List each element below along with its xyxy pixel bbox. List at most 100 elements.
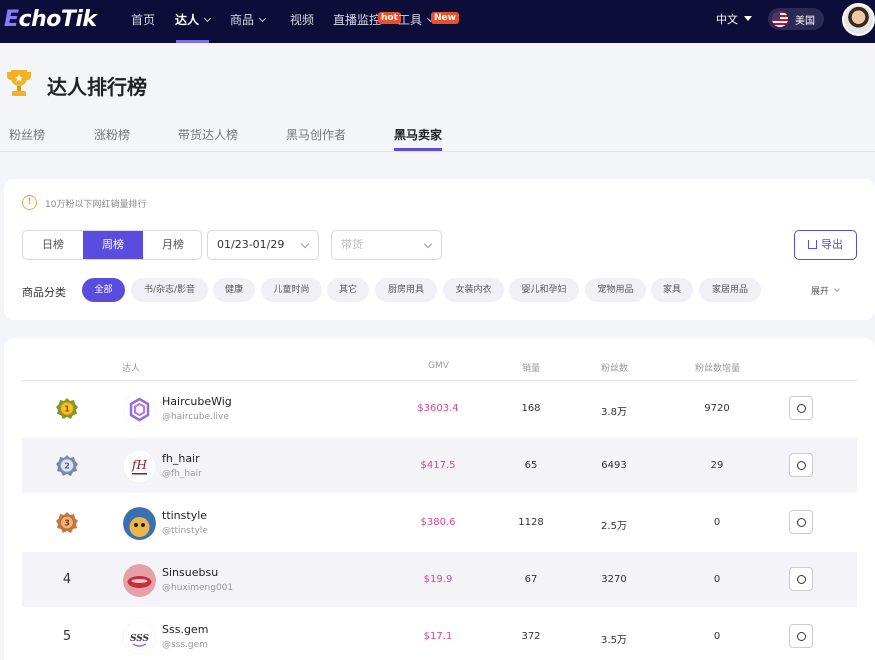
creator-name[interactable]: HaircubeWig [162, 395, 232, 408]
search-icon[interactable] [789, 510, 813, 534]
chevron-down-icon [423, 239, 433, 249]
fans-growth-value: 9720 [704, 403, 730, 414]
table-row[interactable]: 1 HaircubeWig @haircube.live $3603.4 168… [22, 381, 857, 436]
sales-type-select[interactable]: 带货 [331, 230, 442, 260]
period-month-button[interactable]: 月榜 [143, 231, 201, 259]
svg-text:fH: fH [131, 458, 147, 472]
caret-down-icon [744, 16, 752, 21]
table-row[interactable]: 2 fH fh_hair @fh_hair $417.5 65 6493 29 [22, 438, 857, 493]
nav-videos[interactable]: 视频 [290, 11, 314, 28]
tab-fans-growth[interactable]: 涨粉榜 [94, 126, 130, 143]
creator-handle: @fh_hair [162, 469, 202, 479]
fans-growth-value: 0 [713, 517, 721, 528]
category-chip[interactable]: 家居用品 [699, 278, 761, 302]
svg-text:3: 3 [64, 519, 70, 528]
rank-number: 5 [62, 629, 72, 644]
fans-value: 2.5万 [601, 521, 627, 532]
period-day-button[interactable]: 日榜 [23, 231, 83, 259]
sales-value: 372 [521, 631, 541, 642]
table-row[interactable]: 5 SSS Sss.gem @sss.gem $17.1 372 3.5万 0 [22, 609, 857, 660]
search-icon[interactable] [789, 453, 813, 477]
tab-darkhorse-sellers[interactable]: 黑马卖家 [394, 126, 442, 143]
svg-text:1: 1 [64, 405, 70, 414]
region-selector[interactable]: 美国 [768, 8, 824, 30]
search-icon[interactable] [789, 396, 813, 420]
expand-categories-button[interactable]: 展开 [811, 284, 840, 297]
category-chip[interactable]: 婴儿和孕妇 [509, 278, 579, 302]
tab-fans[interactable]: 粉丝榜 [9, 126, 45, 143]
creator-name[interactable]: fh_hair [162, 452, 200, 465]
sales-value: 65 [524, 460, 538, 471]
category-chip[interactable]: 厨房用具 [375, 278, 437, 302]
category-chip[interactable]: 全部 [82, 278, 125, 302]
period-week-button[interactable]: 周榜 [83, 231, 143, 259]
region-label: 美国 [795, 16, 815, 27]
header-fans-growth: 粉丝数增量 [695, 364, 741, 374]
creator-avatar [123, 393, 156, 426]
nav-live-monitor[interactable]: 直播监控 [333, 11, 381, 28]
gmv-value: $380.6 [420, 517, 456, 528]
fans-growth-value: 29 [710, 460, 724, 471]
tab-darkhorse-creators[interactable]: 黑马创作者 [286, 126, 346, 143]
search-icon[interactable] [789, 624, 813, 648]
tab-sales-creators[interactable]: 带货达人榜 [178, 126, 238, 143]
info-icon: ! [22, 195, 37, 210]
creator-name[interactable]: ttinstyle [162, 509, 207, 522]
sales-value: 1128 [518, 517, 544, 528]
ranking-description: 10万粉以下网红销量排行 [45, 200, 147, 210]
category-chip[interactable]: 健康 [213, 278, 255, 302]
fans-value: 6493 [601, 460, 627, 471]
sales-value: 168 [521, 403, 541, 414]
fans-value: 3.5万 [601, 635, 627, 646]
fans-growth-value: 0 [713, 631, 721, 642]
export-button[interactable]: 导出 [794, 230, 857, 260]
gmv-value: $17.1 [423, 631, 453, 642]
category-label: 商品分类 [22, 286, 66, 299]
fans-growth-value: 0 [713, 574, 721, 585]
creator-avatar: SSS [123, 621, 156, 654]
creator-handle: @haircube.live [162, 412, 229, 422]
nav-home[interactable]: 首页 [131, 11, 155, 28]
table-row[interactable]: 3 ttinstyle @ttinstyle $380.6 1128 2.5万 … [22, 495, 857, 550]
tab-active-indicator [394, 148, 442, 151]
us-flag-icon [772, 11, 788, 27]
fans-value: 3.8万 [601, 407, 627, 418]
gmv-value: $19.9 [423, 574, 453, 585]
search-icon[interactable] [789, 567, 813, 591]
ranking-tabs: 粉丝榜 涨粉榜 带货达人榜 黑马创作者 黑马卖家 [0, 118, 875, 152]
table-row[interactable]: 4 Sinsuebsu @huximeng001 $19.9 67 3270 0 [22, 552, 857, 607]
category-chip[interactable]: 儿童时尚 [261, 278, 322, 302]
user-avatar[interactable] [842, 3, 875, 36]
nav-active-indicator [176, 40, 209, 43]
svg-text:SSS: SSS [130, 634, 150, 644]
creator-handle: @ttinstyle [162, 526, 208, 536]
language-selector[interactable]: 中文 [716, 11, 752, 27]
svg-text:2: 2 [64, 462, 70, 471]
creator-avatar [123, 507, 156, 540]
category-chip[interactable]: 其它 [327, 278, 369, 302]
creator-handle: @huximeng001 [162, 583, 234, 593]
chevron-down-icon [203, 14, 212, 23]
gmv-value: $3603.4 [417, 403, 459, 414]
creator-handle: @sss.gem [162, 640, 208, 650]
category-chip[interactable]: 家具 [651, 278, 693, 302]
creator-name[interactable]: Sss.gem [162, 623, 208, 636]
nav-tools[interactable]: 工具 [398, 11, 435, 28]
export-icon [808, 240, 817, 249]
header-fans: 粉丝数 [601, 364, 629, 374]
echotik-logo[interactable]: EchoTik [4, 7, 97, 32]
chevron-down-icon [300, 239, 310, 249]
category-chip[interactable]: 女装内衣 [443, 278, 504, 302]
nav-creators[interactable]: 达人 [175, 11, 212, 28]
category-chip[interactable]: 书/杂志/影音 [131, 278, 208, 302]
nav-products[interactable]: 商品 [230, 11, 267, 28]
gmv-value: $417.5 [420, 460, 456, 471]
date-range-value: 01/23-01/29 [217, 238, 285, 251]
trophy-icon [7, 70, 31, 96]
creator-name[interactable]: Sinsuebsu [162, 566, 218, 579]
header-gmv: GMV [428, 361, 449, 371]
date-range-select[interactable]: 01/23-01/29 [207, 230, 319, 260]
category-chip[interactable]: 宠物用品 [585, 278, 646, 302]
rank-number: 4 [62, 572, 72, 587]
top-navbar: EchoTik 首页 达人 商品 视频 直播监控 hot 工具 New 中文 美… [0, 0, 875, 43]
